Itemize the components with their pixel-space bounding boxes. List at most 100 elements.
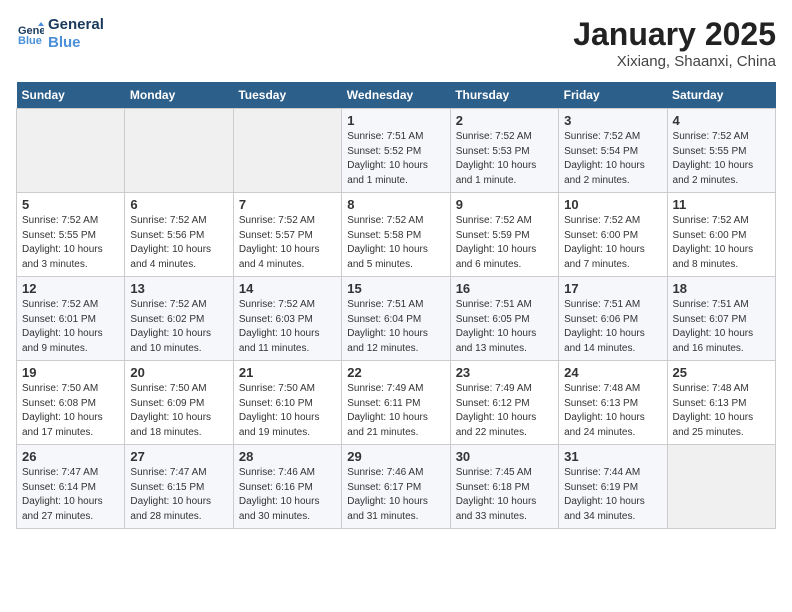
day-info: Sunrise: 7:52 AM Sunset: 5:56 PM Dayligh…: [130, 214, 227, 272]
day-info: Sunrise: 7:52 AM Sunset: 6:01 PM Dayligh…: [22, 298, 119, 356]
day-number: 7: [239, 197, 336, 212]
day-number: 15: [347, 281, 444, 296]
day-info: Sunrise: 7:52 AM Sunset: 6:03 PM Dayligh…: [239, 298, 336, 356]
calendar-cell: 30 Sunrise: 7:45 AM Sunset: 6:18 PM Dayli…: [450, 445, 558, 529]
calendar-cell: 23 Sunrise: 7:49 AM Sunset: 6:12 PM Dayli…: [450, 361, 558, 445]
calendar-cell: 13 Sunrise: 7:52 AM Sunset: 6:02 PM Dayli…: [125, 277, 233, 361]
calendar-cell: [233, 109, 341, 193]
page-header: General Blue General Blue January 2025 X…: [16, 16, 776, 70]
calendar-cell: 11 Sunrise: 7:52 AM Sunset: 6:00 PM Dayli…: [667, 193, 775, 277]
calendar-cell: 9 Sunrise: 7:52 AM Sunset: 5:59 PM Daylig…: [450, 193, 558, 277]
weekday-header-tuesday: Tuesday: [233, 82, 341, 109]
day-info: Sunrise: 7:52 AM Sunset: 6:00 PM Dayligh…: [673, 214, 770, 272]
calendar-cell: 1Sunrise: 7:51 AM Sunset: 5:52 PM Daylig…: [342, 109, 450, 193]
day-number: 25: [673, 365, 770, 380]
calendar-cell: 7 Sunrise: 7:52 AM Sunset: 5:57 PM Daylig…: [233, 193, 341, 277]
calendar-cell: 5Sunrise: 7:52 AM Sunset: 5:55 PM Daylig…: [17, 193, 125, 277]
day-info: Sunrise: 7:48 AM Sunset: 6:13 PM Dayligh…: [673, 382, 770, 440]
calendar-cell: 28 Sunrise: 7:46 AM Sunset: 6:16 PM Dayli…: [233, 445, 341, 529]
day-number: 6: [130, 197, 227, 212]
calendar-cell: 2Sunrise: 7:52 AM Sunset: 5:53 PM Daylig…: [450, 109, 558, 193]
day-number: 31: [564, 449, 661, 464]
day-info: Sunrise: 7:50 AM Sunset: 6:08 PM Dayligh…: [22, 382, 119, 440]
month-title: January 2025: [573, 16, 776, 53]
calendar-cell: [667, 445, 775, 529]
calendar-cell: 17Sunrise: 7:51 AM Sunset: 6:06 PM Dayli…: [559, 277, 667, 361]
day-number: 13: [130, 281, 227, 296]
day-info: Sunrise: 7:50 AM Sunset: 6:10 PM Dayligh…: [239, 382, 336, 440]
logo: General Blue General Blue: [16, 16, 104, 52]
day-number: 12: [22, 281, 119, 296]
weekday-header-friday: Friday: [559, 82, 667, 109]
calendar-table: SundayMondayTuesdayWednesdayThursdayFrid…: [16, 82, 776, 529]
day-number: 22: [347, 365, 444, 380]
calendar-cell: 26 Sunrise: 7:47 AM Sunset: 6:14 PM Dayli…: [17, 445, 125, 529]
calendar-cell: 18 Sunrise: 7:51 AM Sunset: 6:07 PM Dayli…: [667, 277, 775, 361]
day-number: 9: [456, 197, 553, 212]
logo-text-general: General: [48, 16, 104, 34]
day-number: 26: [22, 449, 119, 464]
calendar-body: 1Sunrise: 7:51 AM Sunset: 5:52 PM Daylig…: [17, 109, 776, 529]
day-info: Sunrise: 7:52 AM Sunset: 5:58 PM Dayligh…: [347, 214, 444, 272]
day-info: Sunrise: 7:51 AM Sunset: 6:04 PM Dayligh…: [347, 298, 444, 356]
day-info: Sunrise: 7:52 AM Sunset: 5:53 PM Dayligh…: [456, 130, 553, 188]
day-info: Sunrise: 7:51 AM Sunset: 6:05 PM Dayligh…: [456, 298, 553, 356]
day-info: Sunrise: 7:49 AM Sunset: 6:12 PM Dayligh…: [456, 382, 553, 440]
day-info: Sunrise: 7:52 AM Sunset: 5:54 PM Dayligh…: [564, 130, 661, 188]
calendar-cell: [17, 109, 125, 193]
logo-text-blue: Blue: [48, 34, 104, 52]
calendar-cell: 8 Sunrise: 7:52 AM Sunset: 5:58 PM Daylig…: [342, 193, 450, 277]
week-row-1: 1Sunrise: 7:51 AM Sunset: 5:52 PM Daylig…: [17, 109, 776, 193]
calendar-cell: 10Sunrise: 7:52 AM Sunset: 6:00 PM Dayli…: [559, 193, 667, 277]
day-number: 23: [456, 365, 553, 380]
day-info: Sunrise: 7:45 AM Sunset: 6:18 PM Dayligh…: [456, 466, 553, 524]
calendar-cell: 31 Sunrise: 7:44 AM Sunset: 6:19 PM Dayli…: [559, 445, 667, 529]
day-number: 4: [673, 113, 770, 128]
calendar-cell: 16 Sunrise: 7:51 AM Sunset: 6:05 PM Dayli…: [450, 277, 558, 361]
day-number: 16: [456, 281, 553, 296]
day-info: Sunrise: 7:44 AM Sunset: 6:19 PM Dayligh…: [564, 466, 661, 524]
weekday-header-sunday: Sunday: [17, 82, 125, 109]
day-number: 14: [239, 281, 336, 296]
day-number: 21: [239, 365, 336, 380]
calendar-cell: 29 Sunrise: 7:46 AM Sunset: 6:17 PM Dayli…: [342, 445, 450, 529]
weekday-header-row: SundayMondayTuesdayWednesdayThursdayFrid…: [17, 82, 776, 109]
day-number: 29: [347, 449, 444, 464]
day-number: 8: [347, 197, 444, 212]
week-row-3: 12 Sunrise: 7:52 AM Sunset: 6:01 PM Dayli…: [17, 277, 776, 361]
day-info: Sunrise: 7:50 AM Sunset: 6:09 PM Dayligh…: [130, 382, 227, 440]
day-number: 18: [673, 281, 770, 296]
day-info: Sunrise: 7:52 AM Sunset: 5:57 PM Dayligh…: [239, 214, 336, 272]
calendar-cell: [125, 109, 233, 193]
title-block: January 2025 Xixiang, Shaanxi, China: [573, 16, 776, 70]
logo-icon: General Blue: [16, 20, 44, 48]
day-number: 20: [130, 365, 227, 380]
day-info: Sunrise: 7:46 AM Sunset: 6:17 PM Dayligh…: [347, 466, 444, 524]
day-number: 24: [564, 365, 661, 380]
week-row-5: 26 Sunrise: 7:47 AM Sunset: 6:14 PM Dayli…: [17, 445, 776, 529]
day-info: Sunrise: 7:48 AM Sunset: 6:13 PM Dayligh…: [564, 382, 661, 440]
day-info: Sunrise: 7:46 AM Sunset: 6:16 PM Dayligh…: [239, 466, 336, 524]
calendar-cell: 22Sunrise: 7:49 AM Sunset: 6:11 PM Dayli…: [342, 361, 450, 445]
calendar-cell: 27Sunrise: 7:47 AM Sunset: 6:15 PM Dayli…: [125, 445, 233, 529]
day-info: Sunrise: 7:51 AM Sunset: 6:07 PM Dayligh…: [673, 298, 770, 356]
day-number: 11: [673, 197, 770, 212]
calendar-cell: 24 Sunrise: 7:48 AM Sunset: 6:13 PM Dayli…: [559, 361, 667, 445]
calendar-cell: 4Sunrise: 7:52 AM Sunset: 5:55 PM Daylig…: [667, 109, 775, 193]
day-number: 30: [456, 449, 553, 464]
calendar-cell: 3 Sunrise: 7:52 AM Sunset: 5:54 PM Daylig…: [559, 109, 667, 193]
day-number: 28: [239, 449, 336, 464]
weekday-header-monday: Monday: [125, 82, 233, 109]
weekday-header-thursday: Thursday: [450, 82, 558, 109]
day-number: 3: [564, 113, 661, 128]
day-info: Sunrise: 7:52 AM Sunset: 5:55 PM Dayligh…: [22, 214, 119, 272]
day-info: Sunrise: 7:47 AM Sunset: 6:14 PM Dayligh…: [22, 466, 119, 524]
svg-text:Blue: Blue: [18, 35, 42, 47]
day-info: Sunrise: 7:52 AM Sunset: 6:02 PM Dayligh…: [130, 298, 227, 356]
calendar-cell: 20 Sunrise: 7:50 AM Sunset: 6:09 PM Dayli…: [125, 361, 233, 445]
day-number: 27: [130, 449, 227, 464]
day-info: Sunrise: 7:51 AM Sunset: 6:06 PM Dayligh…: [564, 298, 661, 356]
day-number: 19: [22, 365, 119, 380]
day-info: Sunrise: 7:52 AM Sunset: 5:59 PM Dayligh…: [456, 214, 553, 272]
weekday-header-saturday: Saturday: [667, 82, 775, 109]
